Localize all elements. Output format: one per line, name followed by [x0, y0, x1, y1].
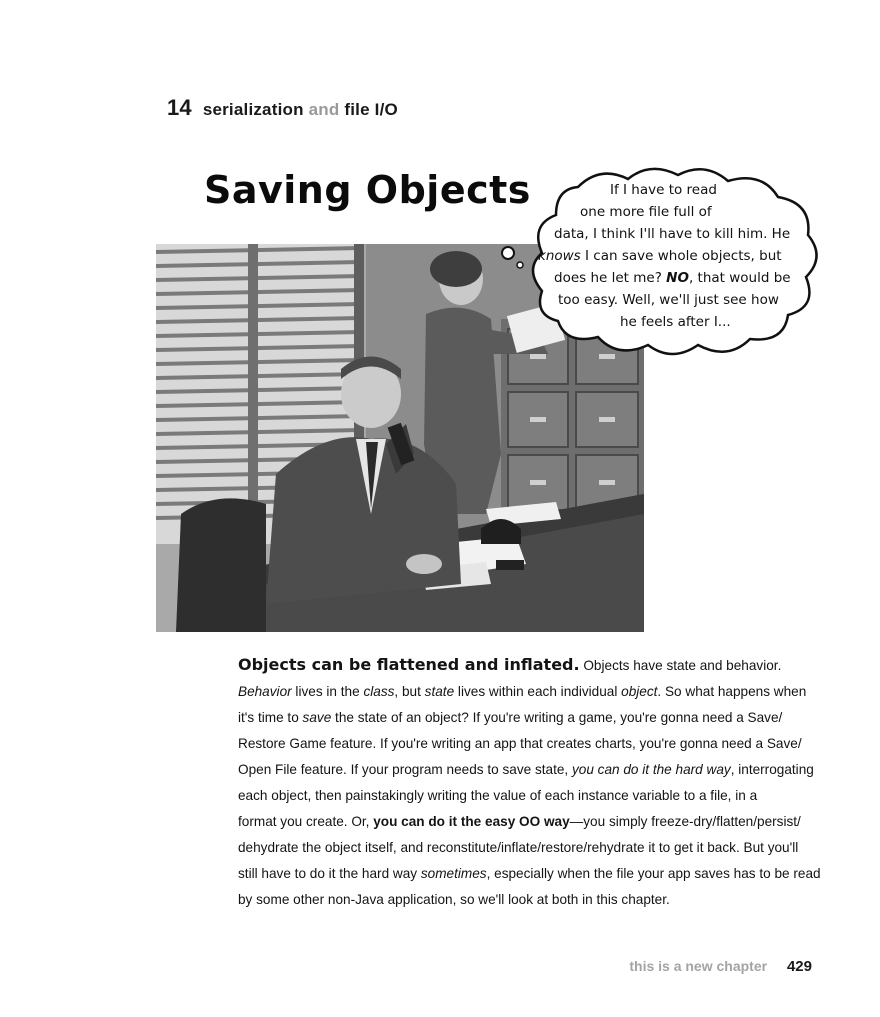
paragraph-line: Objects can be flattened and inflated. O… — [238, 652, 818, 679]
paragraph-line: it's time to save the state of an object… — [238, 705, 818, 731]
bubble-line: knows I can save whole objects, but — [538, 248, 782, 264]
emphasis: you can do it the hard way — [571, 762, 731, 777]
text-fragment: still have to do it the hard way — [238, 866, 421, 881]
text-fragment: lives in the — [291, 684, 364, 699]
paragraph-line: Restore Game feature. If you're writing … — [238, 736, 802, 751]
emphasis: class — [363, 684, 395, 699]
paragraph-line: dehydrate the object itself, and reconst… — [238, 840, 799, 855]
bubble-line: one more file full of — [580, 204, 712, 220]
chapter-number: 14 — [167, 95, 192, 120]
emphasis: save — [302, 710, 332, 725]
paragraph-line: Behavior lives in the class, but state l… — [238, 679, 818, 705]
bubble-fragment: I can save whole objects, but — [580, 248, 782, 264]
page-title: Saving Objects — [204, 168, 531, 212]
bubble-emphasis: knows — [538, 248, 581, 264]
page-number: 429 — [786, 958, 812, 975]
text-fragment: lives within each individual — [454, 684, 622, 699]
bubble-line: data, I think I'll have to kill him. He — [554, 226, 791, 242]
text-fragment: —you simply freeze-dry/flatten/persist/ — [569, 814, 801, 829]
paragraph-line: by some other non-Java application, so w… — [238, 892, 670, 907]
text-fragment: , especially when the file your app save… — [486, 866, 821, 881]
text-fragment: , interrogating — [730, 762, 814, 777]
bubble-emphasis: NO — [666, 270, 689, 286]
chapter-title-part: file I/O — [344, 100, 398, 119]
bubble-line: too easy. Well, we'll just see how — [558, 292, 779, 308]
text-fragment: it's time to — [238, 710, 303, 725]
text-fragment: format you create. Or, — [238, 814, 374, 829]
emphasis: object — [621, 684, 658, 699]
chapter-title-part: serialization — [202, 100, 304, 119]
bubble-line: does he let me? NO, that would be — [554, 270, 791, 286]
bubble-fragment: , that would be — [688, 270, 791, 286]
text-fragment: . So what happens when — [657, 684, 807, 699]
paragraph-line: format you create. Or, you can do it the… — [238, 809, 818, 835]
bubble-fragment: does he let me? — [554, 270, 667, 286]
chapter-title-connector: and — [308, 100, 340, 119]
text-fragment: Objects have state and behavior. — [579, 658, 782, 673]
text-fragment: Open File feature. If your program needs… — [238, 762, 572, 777]
footer-note: this is a new chapter — [629, 958, 768, 974]
text-fragment: the state of an object? If you're writin… — [331, 710, 783, 725]
thought-bubble-text: If I have to read one more file full of … — [500, 165, 820, 365]
emphasis: Behavior — [238, 684, 292, 699]
paragraph-line: Open File feature. If your program needs… — [238, 757, 818, 783]
chapter-header: 14 serialization and file I/O — [167, 95, 398, 121]
strong-emphasis: you can do it the easy OO way — [373, 814, 570, 829]
intro-paragraph: Objects can be flattened and inflated. O… — [238, 652, 821, 913]
emphasis: state — [424, 684, 455, 699]
paragraph-line: each object, then painstakingly writing … — [238, 788, 758, 803]
lead-heading: Objects can be flattened and inflated. — [238, 655, 580, 674]
paragraph-line: still have to do it the hard way sometim… — [238, 861, 821, 887]
bubble-line: If I have to read — [610, 182, 717, 198]
emphasis: sometimes — [420, 866, 487, 881]
thought-bubble: If I have to read one more file full of … — [500, 165, 820, 365]
text-fragment: , but — [394, 684, 425, 699]
bubble-line: he feels after I... — [620, 314, 731, 330]
page-footer: this is a new chapter 429 — [629, 958, 812, 975]
